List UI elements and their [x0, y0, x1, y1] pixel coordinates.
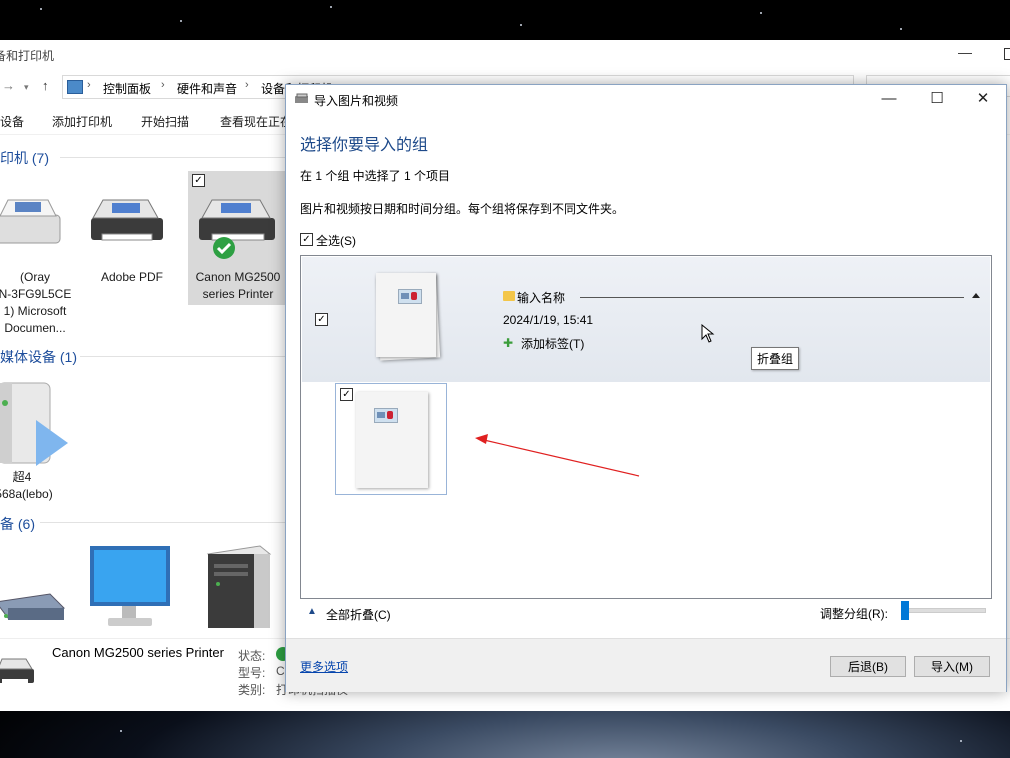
- select-all-label[interactable]: 全选(S): [316, 232, 356, 249]
- device-label-line: N-3FG9L5CE: [0, 287, 72, 301]
- device-label-line: Documen...: [4, 321, 66, 335]
- maximize-button[interactable]: ☐: [922, 89, 952, 109]
- divider: [80, 356, 290, 357]
- chevron-down-icon[interactable]: ▾: [24, 82, 29, 93]
- selection-summary: 在 1 个组 中选择了 1 个项目: [300, 169, 451, 183]
- device-oray-label[interactable]: (Oray N-3FG9L5CE 1) Microsoft Documen...: [0, 269, 90, 337]
- star: [120, 730, 122, 732]
- grouping-description: 图片和视频按日期和时间分组。每个组将保存到不同文件夹。: [300, 202, 625, 216]
- group-header[interactable]: ✓ 输入名称 2024/1/19, 15:41 ✚ 添加标签(T) 折叠组: [302, 257, 990, 382]
- device-label-line: 1) Microsoft: [3, 304, 67, 318]
- collapse-group-icon[interactable]: [972, 293, 980, 298]
- maximize-button[interactable]: [1004, 48, 1010, 60]
- group-thumbnail[interactable]: [376, 273, 436, 357]
- divider: [40, 522, 290, 523]
- photo-checkbox[interactable]: ✓: [340, 388, 353, 401]
- star: [330, 6, 332, 8]
- breadcrumb-hardware-sound[interactable]: 硬件和声音: [177, 80, 237, 97]
- computer-tower-icon[interactable]: [204, 544, 274, 630]
- chevron-right-icon: ›: [245, 79, 249, 91]
- star: [960, 740, 962, 742]
- device-label-line: -568a(lebo): [0, 487, 53, 501]
- model-value: C: [276, 664, 285, 678]
- import-button[interactable]: 导入(M): [914, 656, 990, 677]
- printer-icon[interactable]: [88, 190, 168, 250]
- star: [180, 20, 182, 22]
- group-devices[interactable]: 备 (6): [0, 514, 35, 534]
- photo-thumbnail: [356, 392, 428, 488]
- page-title: 选择你要导入的组: [300, 137, 429, 154]
- printer-icon: [0, 658, 34, 683]
- scanner-icon: [295, 93, 308, 103]
- printer-icon[interactable]: [196, 190, 280, 260]
- minimize-button[interactable]: —: [874, 89, 904, 109]
- divider: [60, 157, 290, 158]
- star: [760, 12, 762, 14]
- forward-arrow-icon[interactable]: →: [2, 78, 15, 93]
- network-device-icon[interactable]: [0, 588, 66, 628]
- dialog-footer: 更多选项 后退(B) 导入(M): [286, 638, 1006, 692]
- toolbar-add-device[interactable]: 设备: [0, 113, 24, 130]
- category-label: 类别:: [238, 683, 266, 697]
- up-arrow-icon[interactable]: ↑: [42, 78, 49, 93]
- mouse-cursor-icon: [701, 324, 715, 343]
- select-all-checkbox[interactable]: ✓: [300, 233, 313, 246]
- device-label-line: Canon MG2500: [195, 270, 281, 284]
- printer-icon[interactable]: [0, 190, 70, 250]
- chevron-right-icon: ›: [87, 79, 91, 91]
- add-tag-link[interactable]: 添加标签(T): [521, 335, 584, 352]
- id-card-image: [374, 408, 398, 423]
- star: [40, 8, 42, 10]
- media-device-icon[interactable]: [0, 378, 76, 468]
- toolbar-start-scan[interactable]: 开始扫描: [141, 113, 189, 130]
- selected-device-name: Canon MG2500 series Printer: [52, 645, 224, 660]
- collapse-group-tooltip: 折叠组: [751, 347, 800, 370]
- id-card-image: [398, 289, 422, 304]
- grouping-slider-track[interactable]: [904, 608, 986, 613]
- chevron-right-icon: ›: [161, 79, 165, 91]
- close-button[interactable]: ✕: [968, 89, 998, 109]
- more-options-link[interactable]: 更多选项: [300, 658, 348, 675]
- device-label-line: (Oray: [20, 270, 50, 284]
- adjust-grouping-label: 调整分组(R):: [820, 607, 888, 621]
- photo-item[interactable]: ✓: [335, 383, 447, 495]
- divider: [580, 297, 964, 298]
- group-multimedia[interactable]: 媒体设备 (1): [0, 347, 77, 367]
- add-tag-icon[interactable]: ✚: [503, 336, 513, 350]
- breadcrumb-control-panel[interactable]: 控制面板: [103, 80, 151, 97]
- status-label: 状态:: [238, 649, 266, 663]
- control-panel-icon: [67, 80, 83, 94]
- groups-list[interactable]: ✓ 输入名称 2024/1/19, 15:41 ✚ 添加标签(T) 折叠组 ✓: [300, 255, 992, 599]
- device-checkbox[interactable]: ✓: [192, 174, 205, 187]
- group-datetime: 2024/1/19, 15:41: [503, 313, 594, 327]
- monitor-icon[interactable]: [88, 544, 172, 630]
- collapse-all-link[interactable]: 全部折叠(C): [326, 606, 391, 623]
- dialog-title: 导入图片和视频: [314, 94, 399, 108]
- star: [900, 28, 902, 30]
- back-button[interactable]: 后退(B): [830, 656, 906, 677]
- folder-icon: [503, 291, 515, 301]
- import-pictures-dialog: 导入图片和视频 — ☐ ✕ 选择你要导入的组 在 1 个组 中选择了 1 个项目…: [285, 84, 1007, 692]
- device-chao4-label[interactable]: 超4 -568a(lebo): [0, 469, 72, 503]
- group-checkbox[interactable]: ✓: [315, 313, 328, 326]
- window-titlebar: 备和打印机 —: [0, 40, 1010, 70]
- chevron-up-icon[interactable]: ▲: [307, 606, 317, 617]
- star: [520, 24, 522, 26]
- minimize-button[interactable]: —: [958, 44, 972, 60]
- model-label: 型号:: [238, 666, 266, 680]
- device-label-line: series Printer: [202, 287, 274, 301]
- device-adobe-pdf-label[interactable]: Adobe PDF: [82, 269, 182, 286]
- device-canon-label[interactable]: Canon MG2500 series Printer: [188, 269, 288, 303]
- group-name-input[interactable]: 输入名称: [517, 289, 565, 306]
- grouping-slider-thumb[interactable]: [901, 601, 909, 620]
- toolbar-add-printer[interactable]: 添加打印机: [52, 113, 112, 130]
- window-title: 备和打印机: [0, 49, 55, 63]
- device-label-line: 超4: [12, 470, 32, 484]
- group-printers[interactable]: 印机 (7): [0, 148, 49, 168]
